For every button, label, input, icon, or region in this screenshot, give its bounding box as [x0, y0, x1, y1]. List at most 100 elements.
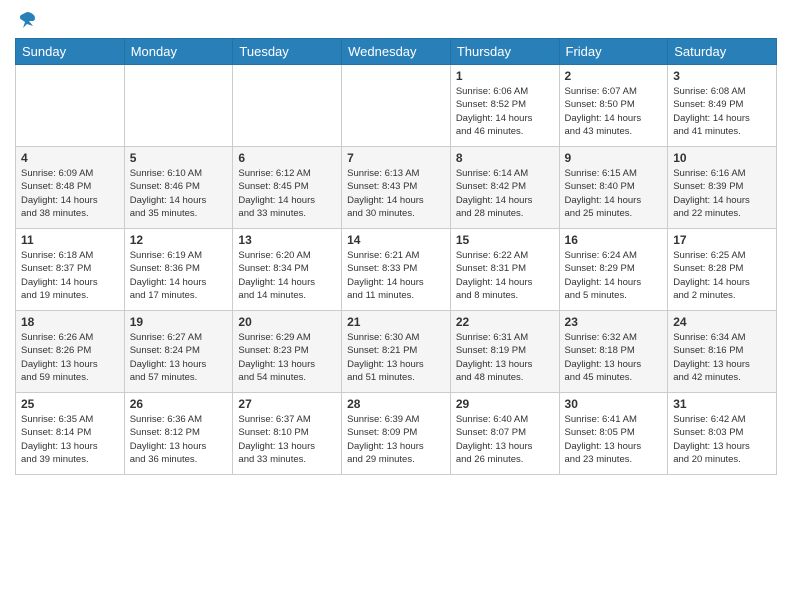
day-info: Sunrise: 6:14 AM Sunset: 8:42 PM Dayligh…: [456, 167, 554, 220]
day-info: Sunrise: 6:06 AM Sunset: 8:52 PM Dayligh…: [456, 85, 554, 138]
day-number: 10: [673, 151, 771, 165]
calendar-cell: 26 Sunrise: 6:36 AM Sunset: 8:12 PM Dayli…: [124, 393, 233, 475]
calendar-cell: 22 Sunrise: 6:31 AM Sunset: 8:19 PM Dayli…: [450, 311, 559, 393]
calendar-cell: [342, 65, 451, 147]
day-info: Sunrise: 6:27 AM Sunset: 8:24 PM Dayligh…: [130, 331, 228, 384]
day-info: Sunrise: 6:34 AM Sunset: 8:16 PM Dayligh…: [673, 331, 771, 384]
day-number: 26: [130, 397, 228, 411]
day-number: 5: [130, 151, 228, 165]
calendar-cell: 2 Sunrise: 6:07 AM Sunset: 8:50 PM Daylig…: [559, 65, 668, 147]
day-number: 1: [456, 69, 554, 83]
day-info: Sunrise: 6:39 AM Sunset: 8:09 PM Dayligh…: [347, 413, 445, 466]
calendar-week-row: 11 Sunrise: 6:18 AM Sunset: 8:37 PM Dayli…: [16, 229, 777, 311]
day-number: 12: [130, 233, 228, 247]
logo-text: [15, 10, 37, 30]
day-number: 25: [21, 397, 119, 411]
day-info: Sunrise: 6:20 AM Sunset: 8:34 PM Dayligh…: [238, 249, 336, 302]
calendar-cell: 6 Sunrise: 6:12 AM Sunset: 8:45 PM Daylig…: [233, 147, 342, 229]
day-info: Sunrise: 6:09 AM Sunset: 8:48 PM Dayligh…: [21, 167, 119, 220]
day-info: Sunrise: 6:29 AM Sunset: 8:23 PM Dayligh…: [238, 331, 336, 384]
day-number: 4: [21, 151, 119, 165]
day-info: Sunrise: 6:19 AM Sunset: 8:36 PM Dayligh…: [130, 249, 228, 302]
calendar-cell: 12 Sunrise: 6:19 AM Sunset: 8:36 PM Dayli…: [124, 229, 233, 311]
day-info: Sunrise: 6:35 AM Sunset: 8:14 PM Dayligh…: [21, 413, 119, 466]
day-number: 29: [456, 397, 554, 411]
calendar-cell: 21Sunrise: 6:30 AM Sunset: 8:21 PM Dayli…: [342, 311, 451, 393]
day-info: Sunrise: 6:26 AM Sunset: 8:26 PM Dayligh…: [21, 331, 119, 384]
page: SundayMondayTuesdayWednesdayThursdayFrid…: [0, 0, 792, 485]
calendar-cell: 5 Sunrise: 6:10 AM Sunset: 8:46 PM Daylig…: [124, 147, 233, 229]
calendar-cell: [16, 65, 125, 147]
calendar-day-header: Friday: [559, 39, 668, 65]
calendar-cell: 30 Sunrise: 6:41 AM Sunset: 8:05 PM Dayli…: [559, 393, 668, 475]
calendar-cell: 17Sunrise: 6:25 AM Sunset: 8:28 PM Dayli…: [668, 229, 777, 311]
calendar-table: SundayMondayTuesdayWednesdayThursdayFrid…: [15, 38, 777, 475]
day-number: 30: [565, 397, 663, 411]
day-info: Sunrise: 6:30 AM Sunset: 8:21 PM Dayligh…: [347, 331, 445, 384]
calendar-cell: 19 Sunrise: 6:27 AM Sunset: 8:24 PM Dayli…: [124, 311, 233, 393]
day-info: Sunrise: 6:31 AM Sunset: 8:19 PM Dayligh…: [456, 331, 554, 384]
day-info: Sunrise: 6:16 AM Sunset: 8:39 PM Dayligh…: [673, 167, 771, 220]
calendar-cell: [124, 65, 233, 147]
day-info: Sunrise: 6:36 AM Sunset: 8:12 PM Dayligh…: [130, 413, 228, 466]
header: [15, 10, 777, 30]
day-number: 24: [673, 315, 771, 329]
calendar-cell: 8 Sunrise: 6:14 AM Sunset: 8:42 PM Daylig…: [450, 147, 559, 229]
day-info: Sunrise: 6:42 AM Sunset: 8:03 PM Dayligh…: [673, 413, 771, 466]
day-number: 16: [565, 233, 663, 247]
day-info: Sunrise: 6:13 AM Sunset: 8:43 PM Dayligh…: [347, 167, 445, 220]
calendar-cell: 18 Sunrise: 6:26 AM Sunset: 8:26 PM Dayli…: [16, 311, 125, 393]
day-number: 19: [130, 315, 228, 329]
calendar-cell: 9Sunrise: 6:15 AM Sunset: 8:40 PM Daylig…: [559, 147, 668, 229]
day-number: 20: [238, 315, 336, 329]
day-number: 31: [673, 397, 771, 411]
calendar-cell: 28 Sunrise: 6:39 AM Sunset: 8:09 PM Dayli…: [342, 393, 451, 475]
calendar-week-row: 18 Sunrise: 6:26 AM Sunset: 8:26 PM Dayli…: [16, 311, 777, 393]
calendar-week-row: 25 Sunrise: 6:35 AM Sunset: 8:14 PM Dayli…: [16, 393, 777, 475]
calendar-header-row: SundayMondayTuesdayWednesdayThursdayFrid…: [16, 39, 777, 65]
calendar-cell: 29 Sunrise: 6:40 AM Sunset: 8:07 PM Dayli…: [450, 393, 559, 475]
calendar-day-header: Thursday: [450, 39, 559, 65]
calendar-cell: 15 Sunrise: 6:22 AM Sunset: 8:31 PM Dayli…: [450, 229, 559, 311]
calendar-cell: [233, 65, 342, 147]
calendar-cell: 27Sunrise: 6:37 AM Sunset: 8:10 PM Dayli…: [233, 393, 342, 475]
calendar-cell: 7 Sunrise: 6:13 AM Sunset: 8:43 PM Daylig…: [342, 147, 451, 229]
day-number: 15: [456, 233, 554, 247]
day-number: 22: [456, 315, 554, 329]
calendar-cell: 1 Sunrise: 6:06 AM Sunset: 8:52 PM Daylig…: [450, 65, 559, 147]
calendar-week-row: 1 Sunrise: 6:06 AM Sunset: 8:52 PM Daylig…: [16, 65, 777, 147]
calendar-cell: 25 Sunrise: 6:35 AM Sunset: 8:14 PM Dayli…: [16, 393, 125, 475]
day-number: 18: [21, 315, 119, 329]
calendar-cell: 20 Sunrise: 6:29 AM Sunset: 8:23 PM Dayli…: [233, 311, 342, 393]
calendar-cell: 16 Sunrise: 6:24 AM Sunset: 8:29 PM Dayli…: [559, 229, 668, 311]
calendar-day-header: Tuesday: [233, 39, 342, 65]
calendar-cell: 4 Sunrise: 6:09 AM Sunset: 8:48 PM Daylig…: [16, 147, 125, 229]
logo-bird-icon: [17, 10, 37, 30]
day-info: Sunrise: 6:41 AM Sunset: 8:05 PM Dayligh…: [565, 413, 663, 466]
day-number: 11: [21, 233, 119, 247]
calendar-day-header: Sunday: [16, 39, 125, 65]
day-number: 13: [238, 233, 336, 247]
day-info: Sunrise: 6:18 AM Sunset: 8:37 PM Dayligh…: [21, 249, 119, 302]
calendar-cell: 3Sunrise: 6:08 AM Sunset: 8:49 PM Daylig…: [668, 65, 777, 147]
day-number: 7: [347, 151, 445, 165]
logo: [15, 10, 37, 30]
day-number: 6: [238, 151, 336, 165]
day-number: 8: [456, 151, 554, 165]
calendar-day-header: Monday: [124, 39, 233, 65]
day-number: 17: [673, 233, 771, 247]
calendar-day-header: Saturday: [668, 39, 777, 65]
day-info: Sunrise: 6:15 AM Sunset: 8:40 PM Dayligh…: [565, 167, 663, 220]
day-number: 28: [347, 397, 445, 411]
day-info: Sunrise: 6:07 AM Sunset: 8:50 PM Dayligh…: [565, 85, 663, 138]
day-info: Sunrise: 6:10 AM Sunset: 8:46 PM Dayligh…: [130, 167, 228, 220]
day-number: 14: [347, 233, 445, 247]
calendar-cell: 24 Sunrise: 6:34 AM Sunset: 8:16 PM Dayli…: [668, 311, 777, 393]
day-number: 2: [565, 69, 663, 83]
day-info: Sunrise: 6:12 AM Sunset: 8:45 PM Dayligh…: [238, 167, 336, 220]
calendar-cell: 23Sunrise: 6:32 AM Sunset: 8:18 PM Dayli…: [559, 311, 668, 393]
day-info: Sunrise: 6:40 AM Sunset: 8:07 PM Dayligh…: [456, 413, 554, 466]
calendar-cell: 13 Sunrise: 6:20 AM Sunset: 8:34 PM Dayli…: [233, 229, 342, 311]
day-info: Sunrise: 6:24 AM Sunset: 8:29 PM Dayligh…: [565, 249, 663, 302]
day-info: Sunrise: 6:22 AM Sunset: 8:31 PM Dayligh…: [456, 249, 554, 302]
